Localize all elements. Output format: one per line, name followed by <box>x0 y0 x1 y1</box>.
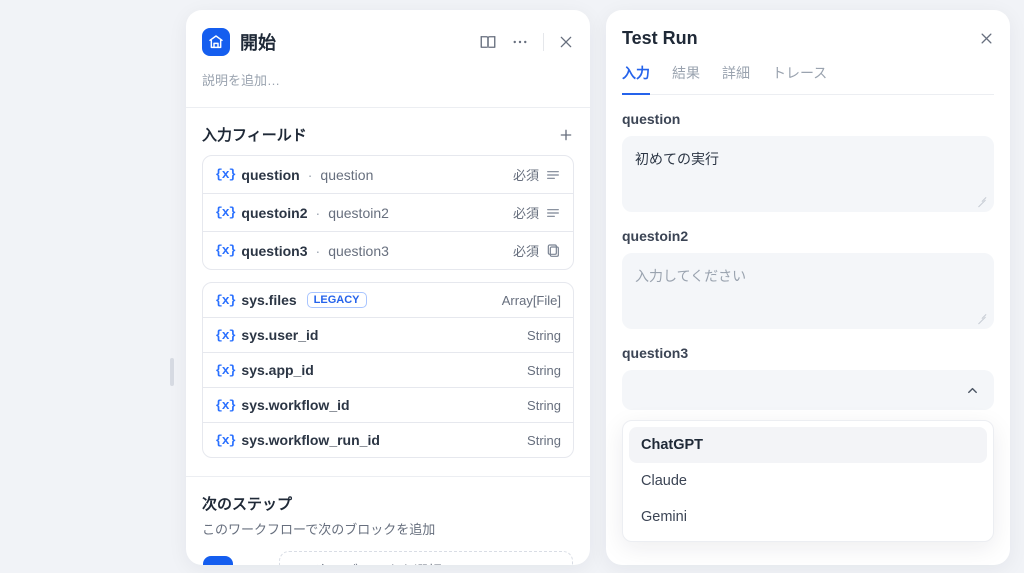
variable-icon: {x} <box>215 243 235 258</box>
field-name: sys.workflow_id <box>241 397 349 413</box>
field-row[interactable]: {x} question3 · question3 必須 <box>203 232 573 269</box>
variable-icon: {x} <box>215 363 235 378</box>
variable-icon: {x} <box>215 398 235 413</box>
add-field-button[interactable] <box>558 127 574 143</box>
divider <box>186 107 590 108</box>
panel-resize-handle[interactable] <box>170 358 174 386</box>
add-block-button[interactable]: 次のブロックを選択 <box>279 551 573 565</box>
field-name: question3 <box>241 243 307 259</box>
test-run-title: Test Run <box>622 28 979 49</box>
text-type-icon <box>545 167 561 183</box>
variable-icon: {x} <box>215 433 235 448</box>
questoin2-placeholder: 入力してください <box>635 268 746 284</box>
system-fields-list: {x} sys.files LEGACY Array[File] {x} sys… <box>202 282 574 458</box>
user-fields-list: {x} question · question 必須 {x} questoin2… <box>202 155 574 270</box>
field-type: String <box>527 363 561 378</box>
question-value: 初めての実行 <box>635 151 719 167</box>
field-row[interactable]: {x} sys.workflow_id String <box>203 388 573 423</box>
text-type-icon <box>545 205 561 221</box>
field-row[interactable]: {x} sys.app_id String <box>203 353 573 388</box>
field-name: sys.app_id <box>241 362 313 378</box>
separator: · <box>316 205 321 221</box>
question3-select[interactable] <box>622 370 994 410</box>
panel-title: 開始 <box>240 29 469 55</box>
field-name: sys.workflow_run_id <box>241 432 379 448</box>
divider <box>543 33 544 51</box>
field-label: questoin2 <box>328 205 389 221</box>
variable-icon: {x} <box>215 167 235 182</box>
field-type: String <box>527 433 561 448</box>
chevron-up-icon <box>965 383 980 398</box>
tab-result[interactable]: 結果 <box>672 63 700 94</box>
required-badge: 必須 <box>513 165 539 184</box>
required-badge: 必須 <box>513 241 539 260</box>
question-label: question <box>622 111 994 127</box>
start-node-panel: 開始 説明を追加… 入力フィールド <box>186 10 590 565</box>
resize-handle-icon[interactable] <box>977 314 987 324</box>
questoin2-label: questoin2 <box>622 228 994 244</box>
field-name: questoin2 <box>241 205 307 221</box>
separator: · <box>308 167 313 183</box>
more-icon[interactable] <box>511 33 529 51</box>
field-row[interactable]: {x} question · question 必須 <box>203 156 573 194</box>
field-label: question <box>320 167 373 183</box>
question3-label: question3 <box>622 345 994 361</box>
tab-bar: 入力 結果 詳細 トレース <box>622 63 994 95</box>
input-fields-title: 入力フィールド <box>202 124 307 145</box>
dropdown-option[interactable]: ChatGPT <box>629 427 987 463</box>
field-row[interactable]: {x} sys.user_id String <box>203 318 573 353</box>
next-step-title: 次のステップ <box>202 493 574 514</box>
divider <box>186 476 590 477</box>
tab-trace[interactable]: トレース <box>772 63 827 94</box>
required-badge: 必須 <box>513 203 539 222</box>
question3-dropdown: ChatGPT Claude Gemini <box>622 420 994 542</box>
questoin2-input[interactable]: 入力してください <box>622 253 994 329</box>
field-type: String <box>527 398 561 413</box>
field-row[interactable]: {x} questoin2 · questoin2 必須 <box>203 194 573 232</box>
close-icon[interactable] <box>979 31 994 46</box>
question-input[interactable]: 初めての実行 <box>622 136 994 212</box>
legacy-badge: LEGACY <box>307 292 367 308</box>
start-node-icon <box>202 28 230 56</box>
field-name: sys.user_id <box>241 327 318 343</box>
select-type-icon <box>545 243 561 259</box>
resize-handle-icon[interactable] <box>977 197 987 207</box>
next-step-subtitle: このワークフローで次のブロックを追加 <box>202 519 574 538</box>
field-type: Array[File] <box>502 293 561 308</box>
field-name: sys.files <box>241 292 296 308</box>
variable-icon: {x} <box>215 293 235 308</box>
tab-input[interactable]: 入力 <box>622 63 650 95</box>
description-input[interactable]: 説明を追加… <box>202 70 574 89</box>
dropdown-option[interactable]: Claude <box>629 463 987 499</box>
field-label: question3 <box>328 243 389 259</box>
tab-detail[interactable]: 詳細 <box>722 63 750 94</box>
field-type: String <box>527 328 561 343</box>
start-node-mini-icon <box>203 556 233 565</box>
test-run-panel: Test Run 入力 結果 詳細 トレース question 初めての実行 q… <box>606 10 1010 565</box>
book-icon[interactable] <box>479 33 497 51</box>
field-name: question <box>241 167 299 183</box>
variable-icon: {x} <box>215 205 235 220</box>
dropdown-option[interactable]: Gemini <box>629 499 987 535</box>
close-icon[interactable] <box>558 34 574 50</box>
variable-icon: {x} <box>215 328 235 343</box>
field-row[interactable]: {x} sys.workflow_run_id String <box>203 423 573 457</box>
separator: · <box>316 243 321 259</box>
field-row[interactable]: {x} sys.files LEGACY Array[File] <box>203 283 573 318</box>
add-block-label: 次のブロックを選択 <box>316 561 442 565</box>
